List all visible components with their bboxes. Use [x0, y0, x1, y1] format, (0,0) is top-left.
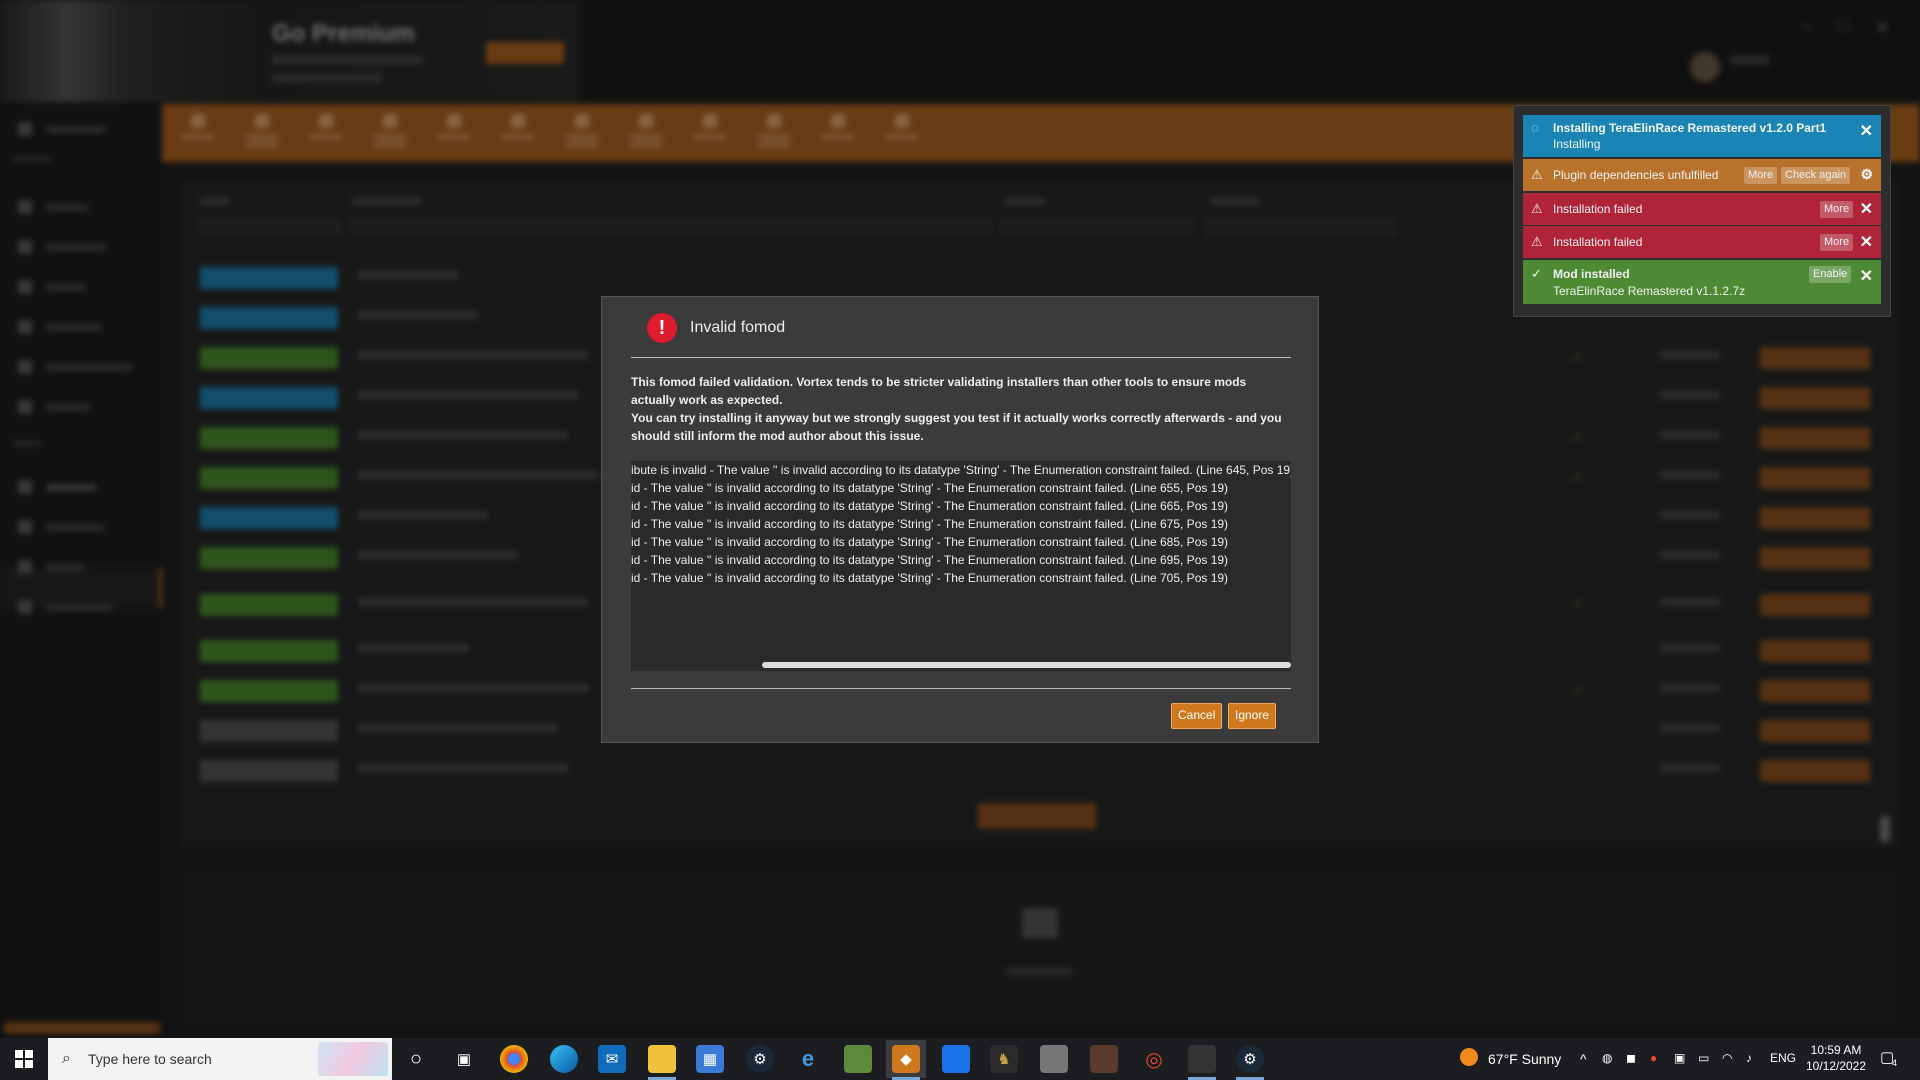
dialog-message: This fomod failed validation. Vortex ten…: [631, 375, 1247, 407]
ignore-button[interactable]: Ignore: [1228, 703, 1277, 729]
more-button[interactable]: More: [1744, 167, 1778, 184]
windows-taskbar: ⌕ Type here to search ○ ▣ ✉ ▦ ⚙ e ◆ ♞ ◎ …: [0, 1038, 1920, 1080]
notification-plugin-dependencies[interactable]: ⚠ Plugin dependencies unfulfilled More C…: [1523, 159, 1881, 191]
windows-logo-icon: [15, 1050, 33, 1068]
edge-icon[interactable]: [550, 1045, 578, 1073]
notification-count: 4: [1892, 1058, 1898, 1068]
wifi-icon[interactable]: ◠: [1722, 1051, 1732, 1065]
notifications-panel: ◌ Installing TeraElinRace Remastered v1.…: [1513, 105, 1891, 317]
notification-title: Installation failed: [1553, 235, 1643, 249]
search-placeholder: Type here to search: [88, 1051, 212, 1067]
notification-installation-failed[interactable]: ⚠ Installation failed More ✕: [1523, 226, 1881, 258]
steam-icon[interactable]: ⚙: [746, 1045, 774, 1073]
skyrim-icon[interactable]: ♞: [990, 1045, 1018, 1073]
notification-installing[interactable]: ◌ Installing TeraElinRace Remastered v1.…: [1523, 115, 1881, 157]
chevron-up-icon[interactable]: ^: [1580, 1051, 1587, 1067]
app-icon[interactable]: [1040, 1045, 1068, 1073]
vortex-icon[interactable]: ◆: [892, 1045, 920, 1073]
log-line: id - The value '' is invalid according t…: [631, 499, 1229, 513]
app-icon[interactable]: [942, 1045, 970, 1073]
notification-subtitle: Installing: [1553, 137, 1601, 151]
log-line: id - The value '' is invalid according t…: [631, 571, 1229, 585]
store-icon[interactable]: ▦: [696, 1045, 724, 1073]
app-icon[interactable]: [1188, 1045, 1216, 1073]
enable-button[interactable]: Enable: [1809, 266, 1852, 283]
minecraft-icon[interactable]: [844, 1045, 872, 1073]
warning-icon: ⚠: [1531, 234, 1543, 249]
notification-subtitle: TeraElinRace Remastered v1.1.2.7z: [1553, 284, 1746, 298]
close-icon[interactable]: ✕: [1860, 232, 1873, 252]
network-icon[interactable]: ◍: [1602, 1051, 1612, 1065]
search-highlight-image: [318, 1042, 388, 1076]
log-line: id - The value '' is invalid according t…: [631, 481, 1229, 495]
mail-icon[interactable]: ✉: [598, 1045, 626, 1073]
dialog-title: Invalid fomod: [690, 319, 786, 336]
log-line: id - The value '' is invalid according t…: [631, 553, 1229, 567]
notification-title: Installation failed: [1553, 202, 1643, 216]
log-line: id - The value '' is invalid according t…: [631, 535, 1229, 549]
notification-title: Mod installed: [1553, 267, 1630, 281]
tray-icon[interactable]: ▣: [1674, 1051, 1685, 1065]
clock-date: 10/12/2022: [1805, 1059, 1867, 1073]
weather-text[interactable]: 67°F Sunny: [1488, 1051, 1561, 1067]
clock[interactable]: 10:59 AM 10/12/2022: [1804, 1042, 1868, 1074]
warning-icon: ⚠: [1531, 201, 1543, 216]
notification-title: Plugin dependencies unfulfilled: [1553, 168, 1719, 182]
task-view-icon[interactable]: ▣: [450, 1045, 478, 1073]
taskbar-search[interactable]: ⌕ Type here to search: [48, 1038, 392, 1080]
check-icon: ✓: [1531, 266, 1542, 281]
spinner-icon: ◌: [1531, 120, 1539, 135]
error-log[interactable]: ibute is invalid - The value '' is inval…: [631, 461, 1291, 671]
chrome-icon[interactable]: [500, 1045, 528, 1073]
notification-title: Installing TeraElinRace Remastered v1.2.…: [1553, 121, 1827, 135]
battery-icon[interactable]: ▭: [1698, 1051, 1709, 1065]
more-button[interactable]: More: [1820, 201, 1854, 218]
clock-time: 10:59 AM: [1810, 1043, 1862, 1057]
tray-icon[interactable]: ●: [1650, 1051, 1657, 1065]
file-explorer-icon[interactable]: [648, 1045, 676, 1073]
check-again-button[interactable]: Check again: [1781, 167, 1851, 184]
dialog-message: You can try installing it anyway but we …: [631, 411, 1282, 443]
invalid-fomod-dialog: ! Invalid fomod This fomod failed valida…: [601, 296, 1319, 743]
tray-icon[interactable]: ◼: [1626, 1051, 1636, 1065]
divider: [631, 688, 1291, 689]
steam-icon[interactable]: ⚙: [1236, 1045, 1264, 1073]
volume-icon[interactable]: ♪: [1746, 1051, 1752, 1065]
weather-icon[interactable]: [1460, 1048, 1478, 1066]
log-line: id - The value '' is invalid according t…: [631, 517, 1229, 531]
log-line: ibute is invalid - The value '' is inval…: [631, 463, 1291, 477]
divider: [631, 357, 1291, 358]
internet-explorer-icon[interactable]: e: [794, 1045, 822, 1073]
language-indicator[interactable]: ENG: [1770, 1051, 1796, 1065]
error-icon: !: [647, 313, 677, 343]
notification-installation-failed[interactable]: ⚠ Installation failed More ✕: [1523, 193, 1881, 225]
close-icon[interactable]: ✕: [1860, 199, 1873, 219]
warning-icon: ⚠: [1531, 167, 1543, 182]
close-icon[interactable]: ✕: [1860, 266, 1873, 286]
more-button[interactable]: More: [1820, 234, 1854, 251]
game-icon[interactable]: [1090, 1045, 1118, 1073]
app-icon[interactable]: ◎: [1140, 1045, 1168, 1073]
start-button[interactable]: [0, 1038, 48, 1080]
search-icon: ⌕: [62, 1050, 71, 1067]
cancel-button[interactable]: Cancel: [1171, 703, 1223, 729]
close-icon[interactable]: ✕: [1860, 121, 1873, 141]
cortana-icon[interactable]: ○: [402, 1045, 430, 1073]
gear-icon[interactable]: ⚙: [1860, 166, 1873, 183]
log-horizontal-scrollbar[interactable]: [762, 662, 1291, 668]
notification-mod-installed[interactable]: ✓ Mod installed TeraElinRace Remastered …: [1523, 260, 1881, 304]
